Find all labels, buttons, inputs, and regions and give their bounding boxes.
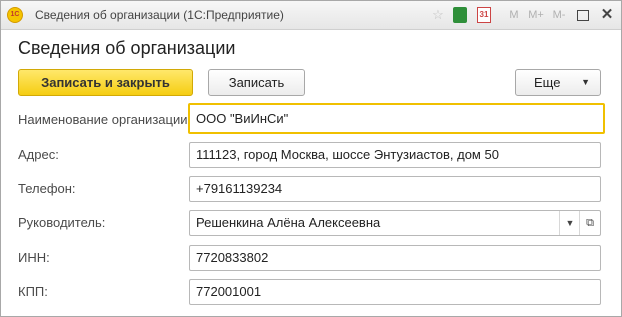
m-minus-icon[interactable]: M- bbox=[551, 7, 567, 23]
maximize-icon[interactable] bbox=[577, 10, 589, 21]
chevron-down-icon: ▼ bbox=[581, 77, 590, 87]
star-icon[interactable]: ☆ bbox=[431, 7, 445, 23]
app-window: 1С Сведения об организации (1С:Предприят… bbox=[0, 0, 622, 317]
phone-label: Телефон: bbox=[18, 181, 76, 196]
more-button-label: Еще bbox=[534, 75, 561, 90]
m-icon[interactable]: M bbox=[507, 7, 521, 23]
inn-field[interactable]: 7720833802 bbox=[189, 245, 601, 271]
address-field[interactable]: 111123, город Москва, шоссе Энтузиастов,… bbox=[189, 142, 601, 168]
calendar-icon[interactable]: 31 bbox=[477, 7, 491, 23]
m-plus-icon[interactable]: M+ bbox=[526, 7, 546, 23]
save-and-close-button[interactable]: Записать и закрыть bbox=[18, 69, 193, 96]
1c-logo-icon: 1С bbox=[7, 7, 23, 23]
director-label: Руководитель: bbox=[18, 215, 106, 230]
address-label: Адрес: bbox=[18, 147, 59, 162]
window-title: Сведения об организации (1С:Предприятие) bbox=[35, 8, 284, 22]
save-button[interactable]: Записать bbox=[208, 69, 305, 96]
inn-label: ИНН: bbox=[18, 250, 50, 265]
phone-field[interactable]: +79161139234 bbox=[189, 176, 601, 202]
open-icon[interactable]: ⧉ bbox=[579, 211, 600, 235]
dropdown-icon[interactable]: ▼ bbox=[559, 211, 580, 235]
kpp-field[interactable]: 772001001 bbox=[189, 279, 601, 305]
director-value: Решенкина Алёна Алексеевна bbox=[196, 215, 381, 230]
more-button[interactable]: Еще ▼ bbox=[515, 69, 601, 96]
calculator-icon[interactable] bbox=[453, 7, 467, 23]
title-bar: 1С Сведения об организации (1С:Предприят… bbox=[1, 1, 621, 30]
page-title: Сведения об организации bbox=[18, 38, 236, 58]
director-field[interactable]: Решенкина Алёна Алексеевна ▼ ⧉ bbox=[189, 210, 601, 236]
organization-name-label: Наименование организации: bbox=[18, 112, 192, 127]
organization-name-field[interactable]: ООО "ВиИнСи" bbox=[188, 103, 605, 134]
kpp-label: КПП: bbox=[18, 284, 48, 299]
close-icon[interactable]: ✕ bbox=[599, 7, 615, 23]
